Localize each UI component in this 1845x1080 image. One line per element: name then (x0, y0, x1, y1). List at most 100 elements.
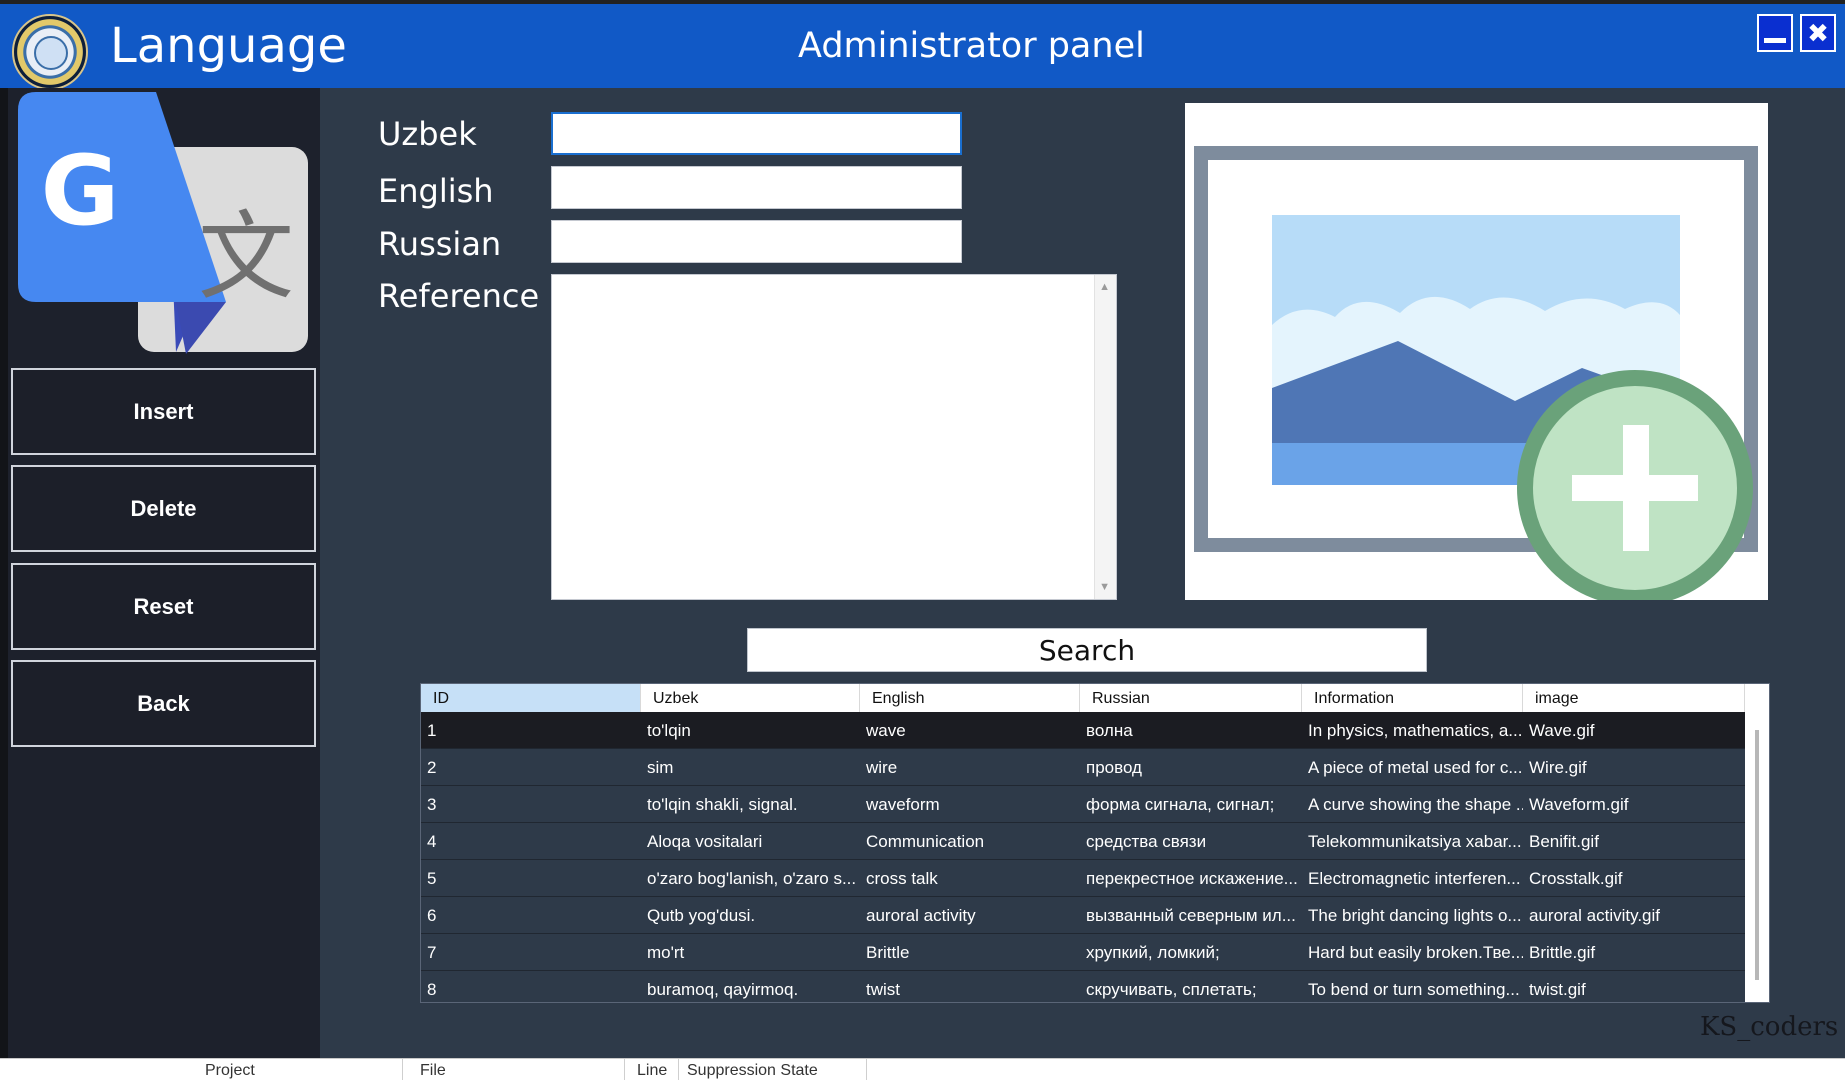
table-row[interactable]: 5 o'zaro bog'lanish, o'zaro s... cross tal… (421, 860, 1769, 897)
table-scrollbar-thumb[interactable] (1755, 730, 1759, 980)
left-edge-strip (0, 88, 8, 1058)
cell-english: wave (866, 721, 906, 740)
column-header-russian[interactable]: Russian (1080, 684, 1302, 712)
status-suppression: Suppression State (687, 1062, 818, 1079)
cell-information: Electromagnetic interferen... (1308, 869, 1521, 888)
cell-russian: скручивать, сплетать; (1086, 980, 1257, 999)
panel-title: Administrator panel (798, 26, 1145, 66)
insert-button[interactable]: Insert (11, 368, 316, 455)
column-header-uzbek[interactable]: Uzbek (641, 684, 860, 712)
university-logo-icon (12, 14, 88, 90)
cell-information: Hard but easily broken.Тве... (1308, 943, 1523, 962)
table-scrollbar[interactable] (1745, 712, 1769, 1002)
cell-image: Benifit.gif (1529, 832, 1599, 851)
close-button[interactable]: ✖ (1800, 14, 1836, 52)
status-project: Project (205, 1062, 255, 1079)
cell-english: wire (866, 758, 898, 777)
svg-text:文: 文 (198, 201, 294, 313)
cell-uzbek: to'lqin (647, 721, 691, 740)
cell-information: A curve showing the shape ... (1308, 795, 1523, 814)
cell-uzbek: to'lqin shakli, signal. (647, 795, 798, 814)
add-image-button[interactable] (1185, 103, 1768, 600)
table-row[interactable]: 3 to'lqin shakli, signal. waveform форма си… (421, 786, 1769, 823)
uzbek-input[interactable] (551, 112, 962, 155)
column-header-image[interactable]: image (1523, 684, 1745, 712)
cell-id: 2 (427, 758, 437, 777)
cell-information: The bright dancing lights o... (1308, 906, 1522, 925)
cell-information: Telekommunikatsiya xabar... (1308, 832, 1522, 851)
cell-russian: форма сигнала, сигнал; (1086, 795, 1275, 814)
uzbek-label: Uzbek (378, 115, 477, 153)
google-translate-logo-icon: G 文 (18, 92, 308, 354)
cell-id: 1 (427, 721, 437, 740)
cell-russian: средства связи (1086, 832, 1207, 851)
cell-english: Brittle (866, 943, 910, 962)
back-button[interactable]: Back (11, 660, 316, 747)
table-row[interactable]: 4 Aloqa vositalari Communication средства с… (421, 823, 1769, 860)
cell-id: 8 (427, 980, 437, 999)
words-table: ID Uzbek English Russian Information ima… (420, 683, 1770, 1003)
cell-image: Waveform.gif (1529, 795, 1629, 814)
status-file: File (420, 1062, 446, 1079)
cell-uzbek: Aloqa vositalari (647, 832, 763, 851)
cell-image: Wave.gif (1529, 721, 1595, 740)
reference-scrollbar[interactable]: ▲ ▼ (1094, 275, 1116, 599)
cell-image: Crosstalk.gif (1529, 869, 1623, 888)
cell-english: twist (866, 980, 900, 999)
search-button[interactable]: Search (747, 628, 1427, 672)
reference-label: Reference (378, 277, 540, 315)
cell-english: auroral activity (866, 906, 976, 925)
table-row[interactable]: 1 to'lqin wave волна In physics, mathematics… (421, 712, 1769, 749)
cell-id: 4 (427, 832, 437, 851)
cell-uzbek: mo'rt (647, 943, 685, 962)
cell-russian: вызванный северным ил... (1086, 906, 1296, 925)
table-row[interactable]: 6 Qutb yog'dusi. auroral activity вызванный… (421, 897, 1769, 934)
reference-textarea[interactable]: ▲ ▼ (551, 274, 1117, 600)
column-header-english[interactable]: English (860, 684, 1080, 712)
column-header-information[interactable]: Information (1302, 684, 1523, 712)
cell-english: cross talk (866, 869, 938, 888)
russian-label: Russian (378, 225, 502, 263)
reset-button[interactable]: Reset (11, 563, 316, 650)
cell-id: 7 (427, 943, 437, 962)
status-bar: Project File Line Suppression State (0, 1058, 1845, 1080)
cell-image: Wire.gif (1529, 758, 1587, 777)
cell-image: auroral activity.gif (1529, 906, 1661, 925)
cell-information: A piece of metal used for c... (1308, 758, 1523, 777)
cell-russian: хрупкий, ломкий; (1086, 943, 1220, 962)
cell-information: To bend or turn something... (1308, 980, 1520, 999)
cell-english: Communication (866, 832, 985, 851)
scroll-up-icon[interactable]: ▲ (1099, 281, 1110, 293)
table-header: ID Uzbek English Russian Information ima… (421, 684, 1769, 712)
cell-russian: провод (1086, 758, 1142, 777)
delete-button[interactable]: Delete (11, 465, 316, 552)
cell-russian: перекрестное искажение... (1086, 869, 1298, 888)
cell-russian: волна (1086, 721, 1133, 740)
english-input[interactable] (551, 166, 962, 209)
cell-image: Brittle.gif (1529, 943, 1596, 962)
russian-input[interactable] (551, 220, 962, 263)
close-icon: ✖ (1807, 17, 1829, 48)
table-row[interactable]: 2 sim wire провод A piece of metal used for … (421, 749, 1769, 786)
sidebar: G 文 Insert Delete Reset Back (0, 88, 320, 1058)
cell-id: 6 (427, 906, 437, 925)
cell-id: 3 (427, 795, 437, 814)
table-row[interactable]: 7 mo'rt Brittle хрупкий, ломкий; Hard but ea… (421, 934, 1769, 971)
cell-information: In physics, mathematics, a... (1308, 721, 1523, 740)
cell-english: waveform (866, 795, 940, 814)
minimize-button[interactable] (1757, 14, 1793, 52)
cell-image: twist.gif (1529, 980, 1586, 999)
cell-id: 5 (427, 869, 437, 888)
cell-uzbek: buramoq, qayirmoq. (647, 980, 799, 999)
status-line: Line (637, 1062, 668, 1079)
main-panel: Uzbek English Russian Reference ▲ ▼ Sear… (320, 88, 1845, 1058)
title-bar: Language Administrator panel ✖ (0, 0, 1845, 90)
column-header-id[interactable]: ID (421, 684, 641, 712)
table-body: 1 to'lqin wave волна In physics, mathematics… (421, 712, 1769, 1002)
cell-uzbek: o'zaro bog'lanish, o'zaro s... (647, 869, 857, 888)
table-row[interactable]: 8 buramoq, qayirmoq. twist скручивать, спле… (421, 971, 1769, 1002)
scroll-down-icon[interactable]: ▼ (1099, 581, 1110, 593)
cell-uzbek: Qutb yog'dusi. (647, 906, 756, 925)
svg-text:G: G (41, 135, 120, 247)
english-label: English (378, 172, 494, 210)
